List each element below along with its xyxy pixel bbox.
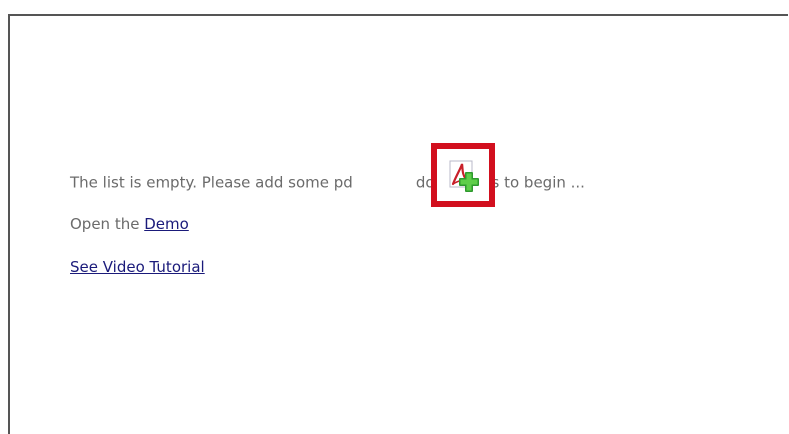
empty-list-message: The list is empty. Please add some pd doc… (70, 172, 585, 193)
empty-message-start: The list is empty. Please add some pd (70, 173, 353, 192)
open-demo-row: Open the Demo (70, 215, 189, 233)
video-tutorial-link[interactable]: See Video Tutorial (70, 258, 205, 276)
open-demo-prefix: Open the (70, 215, 145, 233)
add-pdf-highlight (431, 143, 495, 207)
video-tutorial-row: See Video Tutorial (70, 258, 205, 276)
demo-link[interactable]: Demo (144, 215, 189, 233)
add-pdf-icon[interactable] (449, 160, 481, 192)
